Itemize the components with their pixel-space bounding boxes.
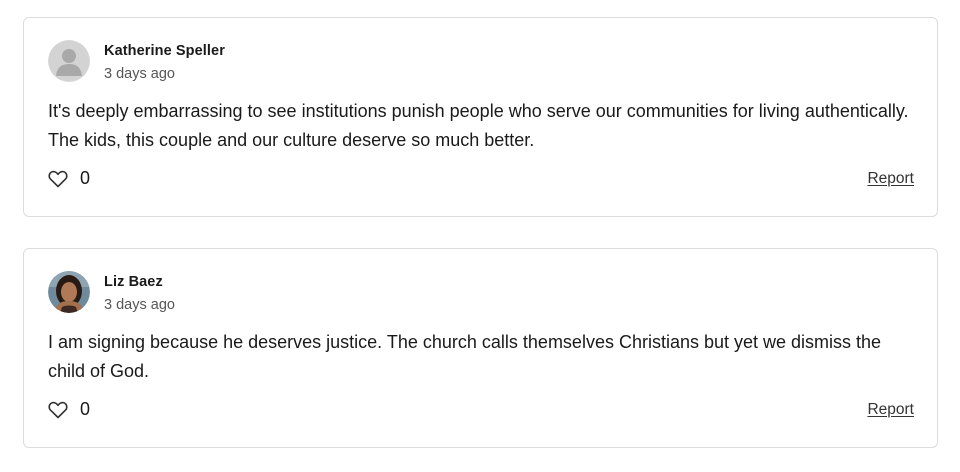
report-link[interactable]: Report <box>867 170 914 188</box>
like-count: 0 <box>80 399 91 419</box>
like-button[interactable]: 0 <box>48 399 90 420</box>
comment-timestamp: 3 days ago <box>104 297 175 313</box>
user-photo <box>48 271 90 313</box>
like-count: 0 <box>80 168 91 188</box>
comment-timestamp: 3 days ago <box>104 66 175 82</box>
comment-author[interactable]: Liz Baez <box>104 274 163 290</box>
comment-card: Katherine Speller 3 days ago It's deeply… <box>23 17 938 217</box>
comment-text: I am signing because he deserves justice… <box>48 332 882 381</box>
default-avatar-icon <box>48 40 90 82</box>
heart-icon <box>48 401 68 419</box>
comment-author[interactable]: Katherine Speller <box>104 43 225 59</box>
comment-text: It's deeply embarrassing to see institut… <box>48 101 909 150</box>
comment-card: Liz Baez 3 days ago I am signing because… <box>23 248 938 448</box>
like-button[interactable]: 0 <box>48 168 90 189</box>
heart-icon <box>48 170 68 188</box>
report-link[interactable]: Report <box>867 401 914 419</box>
